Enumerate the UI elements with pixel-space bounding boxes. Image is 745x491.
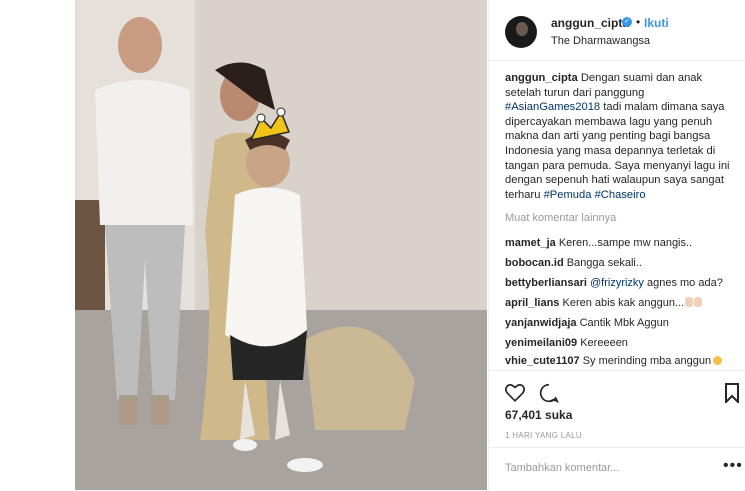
comment-item: bettyberliansari @frizyrizky agnes mo ad…	[505, 277, 723, 289]
likes-count[interactable]: 67,401 suka	[505, 408, 572, 422]
comment-item: mamet_ja Keren...sampe mw nangis..	[505, 237, 692, 249]
post-photo[interactable]	[75, 0, 487, 490]
comment-text: Keren...sampe mw nangis..	[558, 237, 693, 249]
comment-text: Kereeeen	[580, 337, 628, 349]
location-link[interactable]: The Dharmawangsa	[551, 35, 650, 47]
post-caption: anggun_cipta Dengan suami dan anak setel…	[505, 71, 737, 202]
clap-emoji-icon	[685, 297, 694, 307]
caption-text-2: tadi malam dimana saya dipercayakan memb…	[505, 101, 730, 201]
comment-icon[interactable]	[539, 383, 559, 403]
add-comment-input[interactable]: Tambahkan komentar...	[505, 462, 619, 474]
comment-text: Bangga sekali..	[566, 257, 642, 269]
comment-mention[interactable]: @frizyrizky	[590, 277, 644, 289]
bookmark-icon[interactable]	[725, 383, 739, 403]
comment-text: Cantik Mbk Aggun	[579, 317, 669, 329]
post-timestamp[interactable]: 1 HARI YANG LALU	[505, 431, 582, 440]
emoji-icon	[713, 356, 723, 365]
comment-item: april_lians Keren abis kak anggun...	[505, 297, 703, 309]
post-header: anggun_cipta ✓ • Ikuti The Dharmawangsa	[489, 0, 745, 61]
comment-username[interactable]: bettyberliansari	[505, 277, 587, 289]
separator-dot: •	[636, 15, 641, 29]
post-sidebar: anggun_cipta ✓ • Ikuti The Dharmawangsa …	[488, 0, 745, 490]
comment-username[interactable]: mamet_ja	[505, 237, 556, 249]
comment-username[interactable]: april_lians	[505, 297, 559, 309]
comment-item: vhie_cute1107 Sy merinding mba anggun	[505, 355, 723, 367]
comment-item: yanjanwidjaja Cantik Mbk Aggun	[505, 317, 669, 329]
add-comment-box: Tambahkan komentar... •••	[489, 447, 745, 491]
comment-item: yenimeilani09 Kereeeen	[505, 337, 628, 349]
action-bar	[489, 370, 745, 411]
instagram-post-modal: anggun_cipta ✓ • Ikuti The Dharmawangsa …	[0, 0, 745, 490]
comment-item: bobocan.id Bangga sekali..	[505, 257, 642, 269]
load-more-comments[interactable]: Muat komentar lainnya	[505, 212, 616, 224]
caption-username[interactable]: anggun_cipta	[505, 72, 578, 84]
comment-text: Keren abis kak anggun...	[562, 297, 685, 309]
comment-text: agnes mo ada?	[643, 277, 723, 289]
comment-text: Sy merinding mba anggun	[582, 355, 712, 367]
avatar[interactable]	[505, 16, 537, 48]
hashtag-asiangames2018[interactable]: #AsianGames2018	[505, 101, 600, 113]
follow-button[interactable]: Ikuti	[644, 16, 669, 30]
clap-emoji-icon	[694, 297, 703, 307]
comment-username[interactable]: vhie_cute1107	[505, 355, 580, 367]
verified-badge-icon: ✓	[622, 17, 632, 27]
heart-icon[interactable]	[505, 383, 525, 402]
comment-username[interactable]: yenimeilani09	[505, 337, 577, 349]
hashtag-chaseiro[interactable]: #Chaseiro	[595, 189, 646, 201]
comment-username[interactable]: bobocan.id	[505, 257, 564, 269]
post-photo-image	[75, 0, 487, 490]
hashtag-pemuda[interactable]: #Pemuda	[544, 189, 592, 201]
header-username[interactable]: anggun_cipta	[551, 16, 629, 30]
comment-username[interactable]: yanjanwidjaja	[505, 317, 577, 329]
more-options-button[interactable]: •••	[723, 457, 743, 475]
